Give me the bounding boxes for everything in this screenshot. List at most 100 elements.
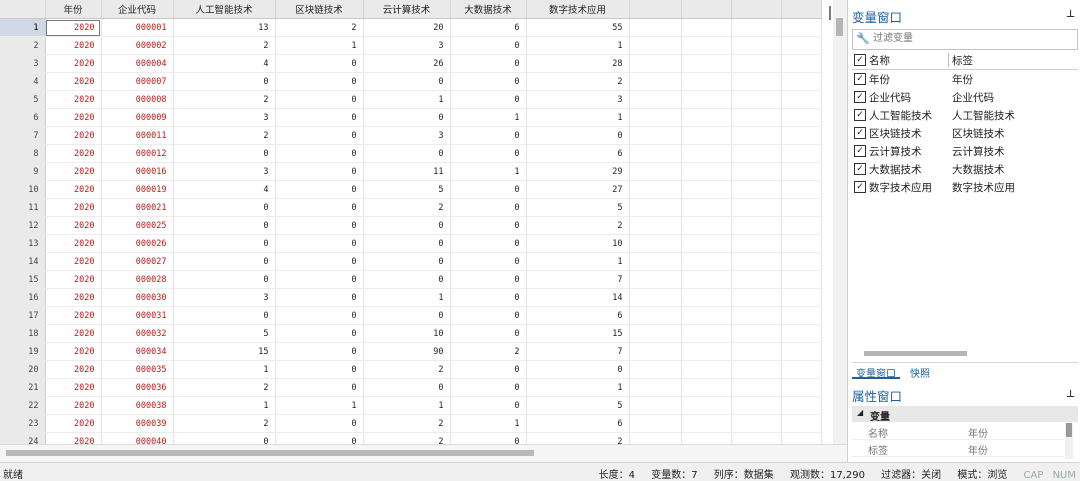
table-row[interactable]: 7 2020 000011 2 0 3 0 0 [0,126,822,145]
empty-cell[interactable] [629,414,682,433]
empty-cell[interactable] [681,414,732,433]
empty-cell[interactable] [731,90,782,109]
table-cell[interactable]: 2 [173,90,276,109]
table-cell[interactable]: 0 [363,216,451,235]
table-cell[interactable]: 0 [450,198,527,217]
table-cell[interactable]: 000016 [101,162,174,181]
table-cell[interactable]: 0 [450,252,527,271]
table-cell[interactable]: 2 [275,18,364,37]
empty-cell[interactable] [731,18,782,37]
table-cell[interactable]: 000040 [101,432,174,444]
variable-list-item[interactable]: ✓ 数字技术应用 数字技术应用 [852,178,1078,196]
empty-cell[interactable] [731,252,782,271]
row-number[interactable]: 13 [0,234,46,253]
table-cell[interactable]: 0 [275,198,364,217]
properties-scrollbar[interactable] [1065,423,1073,459]
table-row[interactable]: 24 2020 000040 0 0 2 0 2 [0,432,822,444]
table-cell[interactable]: 000032 [101,324,174,343]
scroll-thumb[interactable] [6,450,534,456]
table-row[interactable]: 19 2020 000034 15 0 90 2 7 [0,342,822,361]
table-cell[interactable]: 6 [526,306,630,325]
table-cell[interactable]: 0 [363,72,451,91]
pin-icon[interactable]: ⊥ [1066,389,1075,400]
table-cell[interactable]: 0 [173,252,276,271]
table-cell[interactable]: 2020 [45,90,102,109]
table-row[interactable]: 3 2020 000004 4 0 26 0 28 [0,54,822,73]
empty-cell[interactable] [629,180,682,199]
row-number[interactable]: 24 [0,432,46,444]
table-cell[interactable]: 0 [275,306,364,325]
table-cell[interactable]: 2020 [45,180,102,199]
table-row[interactable]: 13 2020 000026 0 0 0 0 10 [0,234,822,253]
empty-cell[interactable] [731,108,782,127]
table-cell[interactable]: 3 [173,162,276,181]
table-cell[interactable]: 3 [173,108,276,127]
empty-cell[interactable] [629,234,682,253]
table-cell[interactable]: 2020 [45,216,102,235]
table-cell[interactable]: 0 [275,72,364,91]
properties-section-variable[interactable]: ◢ 变量 [852,406,1078,423]
table-cell[interactable]: 000038 [101,396,174,415]
empty-cell[interactable] [681,108,732,127]
scroll-thumb[interactable] [1066,423,1072,437]
empty-cell[interactable] [629,18,682,37]
empty-cell[interactable] [629,306,682,325]
table-cell[interactable]: 2 [173,414,276,433]
table-cell[interactable]: 0 [275,90,364,109]
table-cell[interactable]: 000027 [101,252,174,271]
empty-cell[interactable] [731,360,782,379]
table-row[interactable]: 5 2020 000008 2 0 1 0 3 [0,90,822,109]
empty-cell[interactable] [629,36,682,55]
table-cell[interactable]: 000011 [101,126,174,145]
table-cell[interactable]: 2020 [45,36,102,55]
empty-cell[interactable] [731,36,782,55]
table-cell[interactable]: 000009 [101,108,174,127]
table-cell[interactable]: 26 [363,54,451,73]
table-cell[interactable]: 2020 [45,72,102,91]
empty-cell[interactable] [731,396,782,415]
table-cell[interactable]: 14 [526,288,630,307]
table-cell[interactable]: 0 [450,432,527,444]
empty-cell[interactable] [681,36,732,55]
table-cell[interactable]: 0 [450,144,527,163]
empty-cell[interactable] [731,216,782,235]
empty-cell[interactable] [681,234,732,253]
table-cell[interactable]: 6 [526,144,630,163]
row-number[interactable]: 5 [0,90,46,109]
table-cell[interactable]: 0 [275,126,364,145]
table-cell[interactable]: 2020 [45,234,102,253]
empty-cell[interactable] [681,306,732,325]
table-row[interactable]: 15 2020 000028 0 0 0 0 7 [0,270,822,289]
empty-cell[interactable] [629,270,682,289]
row-number[interactable]: 3 [0,54,46,73]
table-row[interactable]: 8 2020 000012 0 0 0 0 6 [0,144,822,163]
empty-cell[interactable] [781,162,822,181]
empty-cell[interactable] [681,360,732,379]
table-cell[interactable]: 0 [363,378,451,397]
row-number[interactable]: 4 [0,72,46,91]
table-cell[interactable]: 20 [363,18,451,37]
table-cell[interactable]: 000002 [101,36,174,55]
empty-cell[interactable] [629,288,682,307]
variable-list-item[interactable]: ✓ 年份 年份 [852,70,1078,88]
table-cell[interactable]: 000019 [101,180,174,199]
table-cell[interactable]: 3 [363,36,451,55]
row-number[interactable]: 14 [0,252,46,271]
empty-cell[interactable] [731,378,782,397]
table-cell[interactable]: 0 [275,216,364,235]
row-number-header[interactable] [0,0,46,19]
table-cell[interactable]: 2020 [45,252,102,271]
empty-cell[interactable] [681,396,732,415]
table-cell[interactable]: 2020 [45,144,102,163]
table-cell[interactable]: 0 [173,306,276,325]
table-cell[interactable]: 0 [450,54,527,73]
empty-cell[interactable] [681,126,732,145]
variable-list-item[interactable]: ✓ 人工智能技术 人工智能技术 [852,106,1078,124]
variable-list-item[interactable]: ✓ 企业代码 企业代码 [852,88,1078,106]
empty-cell[interactable] [681,342,732,361]
row-number[interactable]: 9 [0,162,46,181]
empty-column-header[interactable] [731,0,782,19]
empty-cell[interactable] [681,216,732,235]
empty-cell[interactable] [681,252,732,271]
table-cell[interactable]: 0 [275,324,364,343]
